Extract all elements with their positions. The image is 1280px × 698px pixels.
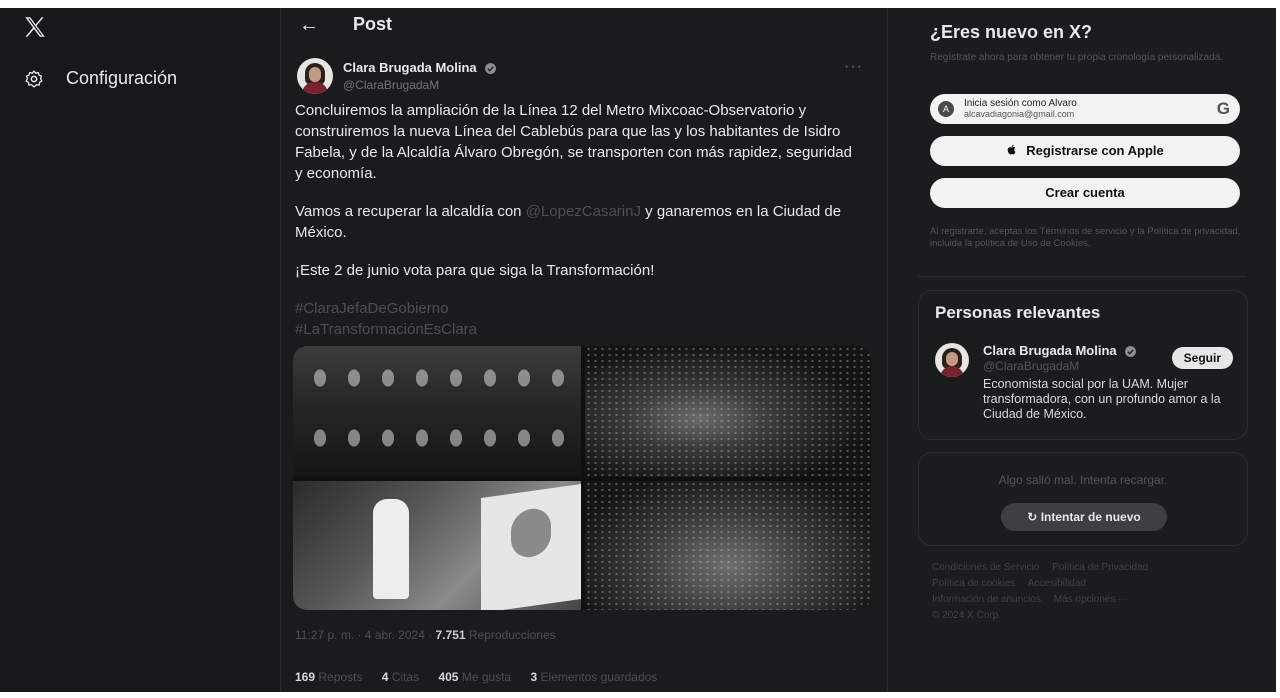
post-paragraph-3: ¡Este 2 de junio vota para que siga la T… bbox=[295, 262, 655, 279]
footer-link[interactable]: Más opciones ··· bbox=[1054, 594, 1128, 605]
photo-candidate-waving[interactable] bbox=[293, 481, 581, 610]
trends-error-panel: Algo salió mal. Intenta recargar. ↻ Inte… bbox=[918, 452, 1248, 546]
likes-count: 405 bbox=[438, 670, 459, 684]
bookmarks-stat[interactable]: 3 Elementos guardados bbox=[531, 670, 658, 684]
relevant-people-title: Personas relevantes bbox=[935, 303, 1101, 322]
footer-link[interactable]: Política de cookies bbox=[932, 578, 1015, 589]
post-header: ← Post bbox=[281, 8, 887, 48]
verified-badge-icon bbox=[485, 63, 497, 74]
relevant-name[interactable]: Clara Brugada Molina bbox=[983, 343, 1117, 358]
signup-subtitle: Regístrate ahora para obtener tu propia … bbox=[930, 52, 1223, 63]
footer-link[interactable]: Política de Privacidad bbox=[1052, 562, 1148, 573]
reposts-label: Reposts bbox=[315, 670, 363, 684]
views-label: Reproducciones bbox=[465, 628, 556, 642]
footer-links: Condiciones de Servicio Política de Priv… bbox=[932, 560, 1242, 624]
post-timestamp[interactable]: 11:27 p. m. · 4 abr. 2024 · bbox=[295, 628, 436, 642]
author-avatar[interactable] bbox=[297, 58, 333, 94]
left-navigation: Configuración bbox=[0, 8, 280, 692]
error-message: Algo salió mal. Intenta recargar. bbox=[998, 473, 1168, 487]
apple-signup-button[interactable]: Registrarse con Apple bbox=[930, 136, 1240, 166]
window-frame-top bbox=[0, 0, 1280, 8]
post-paragraph-1: Concluiremos la ampliación de la Línea 1… bbox=[295, 102, 852, 182]
relevant-people-panel: Personas relevantes Clara Brugada Molina… bbox=[918, 290, 1248, 440]
relevant-name-row[interactable]: Clara Brugada Molina bbox=[983, 343, 1137, 358]
author-handle[interactable]: @ClaraBrugadaM bbox=[343, 78, 439, 92]
follow-button[interactable]: Seguir bbox=[1171, 347, 1233, 369]
mention-link[interactable]: @LopezCasarinJ bbox=[526, 203, 641, 220]
reposts-count: 169 bbox=[295, 670, 316, 684]
quotes-stat[interactable]: 4 Citas bbox=[382, 670, 419, 684]
google-account-avatar: A bbox=[938, 101, 954, 117]
post-metadata: 11:27 p. m. · 4 abr. 2024 · 7.751 Reprod… bbox=[295, 628, 556, 642]
window-frame-bottom bbox=[0, 692, 1280, 698]
photo-rally-stage[interactable] bbox=[293, 346, 581, 477]
page-title: Post bbox=[353, 14, 393, 34]
verified-badge-icon bbox=[1125, 346, 1137, 357]
post-column: ← Post Clara Brugada Molina @ClaraBrugad… bbox=[280, 8, 888, 692]
likes-stat[interactable]: 405 Me gusta bbox=[438, 670, 511, 684]
right-sidebar: ¿Eres nuevo en X? Regístrate ahora para … bbox=[912, 8, 1252, 692]
author-name[interactable]: Clara Brugada Molina bbox=[343, 60, 477, 75]
x-logo-icon[interactable] bbox=[22, 14, 48, 40]
likes-label: Me gusta bbox=[458, 670, 512, 684]
views-count: 7.751 bbox=[435, 628, 466, 642]
signup-panel: ¿Eres nuevo en X? Regístrate ahora para … bbox=[918, 14, 1246, 277]
bookmarks-label: Elementos guardados bbox=[537, 670, 658, 684]
reposts-stat[interactable]: 169 Reposts bbox=[295, 670, 362, 684]
google-signin-button[interactable]: A Inicia sesión como Alvaro alcavadiagon… bbox=[930, 94, 1240, 124]
apple-icon bbox=[1007, 144, 1016, 155]
author-name-row[interactable]: Clara Brugada Molina bbox=[343, 60, 497, 75]
more-options-icon[interactable]: ··· bbox=[844, 58, 863, 76]
settings-label: Configuración bbox=[66, 68, 178, 88]
apple-signup-label: Registrarse con Apple bbox=[1026, 143, 1164, 158]
relevant-bio: Economista social por la UAM. Mujer tran… bbox=[983, 377, 1221, 421]
quotes-label: Citas bbox=[388, 670, 420, 684]
google-account-email: alcavadiagonia@gmail.com bbox=[964, 109, 1075, 119]
window-frame-right bbox=[1276, 0, 1280, 698]
google-signin-label: Inicia sesión como Alvaro bbox=[964, 98, 1077, 109]
relevant-avatar[interactable] bbox=[935, 343, 969, 377]
post-stats: 169 Reposts 4 Citas 405 Me gusta 3 Eleme… bbox=[295, 670, 673, 684]
hashtag-link[interactable]: #LaTransformaciónEsClara bbox=[295, 319, 861, 340]
copyright: © 2024 X Corp. bbox=[932, 610, 1002, 621]
post-text: Concluiremos la ampliación de la Línea 1… bbox=[295, 100, 861, 357]
footer-link[interactable]: Condiciones de Servicio bbox=[932, 562, 1039, 573]
signup-legal-text: Al registrarte, aceptas los Términos de … bbox=[930, 226, 1241, 249]
gear-icon bbox=[25, 69, 43, 88]
retry-label: Intentar de nuevo bbox=[1040, 510, 1141, 524]
post-paragraph-2: Vamos a recuperar la alcaldía con @Lopez… bbox=[295, 201, 861, 243]
post-media-grid bbox=[293, 346, 871, 610]
relevant-handle[interactable]: @ClaraBrugadaM bbox=[983, 359, 1079, 373]
create-account-button[interactable]: Crear cuenta bbox=[930, 178, 1240, 208]
refresh-icon: ↻ bbox=[1027, 510, 1041, 524]
post-hashtags: #ClaraJefaDeGobierno #LaTransformaciónEs… bbox=[295, 298, 861, 340]
nav-item-settings[interactable]: Configuración bbox=[24, 68, 177, 89]
back-arrow-icon[interactable]: ← bbox=[299, 14, 319, 37]
signup-title: ¿Eres nuevo en X? bbox=[930, 22, 1093, 42]
footer-link[interactable]: Información de anuncios bbox=[932, 594, 1041, 605]
hashtag-link[interactable]: #ClaraJefaDeGobierno bbox=[295, 298, 861, 319]
post-author: Clara Brugada Molina @ClaraBrugadaM ··· bbox=[297, 58, 867, 98]
photo-crowd-plaza[interactable] bbox=[585, 481, 871, 610]
footer-link[interactable]: Accesibilidad bbox=[1028, 578, 1086, 589]
photo-crowd-night[interactable] bbox=[585, 346, 871, 477]
retry-button[interactable]: ↻ Intentar de nuevo bbox=[1001, 503, 1167, 531]
paragraph-2-start: Vamos a recuperar la alcaldía con bbox=[295, 203, 526, 220]
google-icon: G bbox=[1216, 99, 1230, 118]
